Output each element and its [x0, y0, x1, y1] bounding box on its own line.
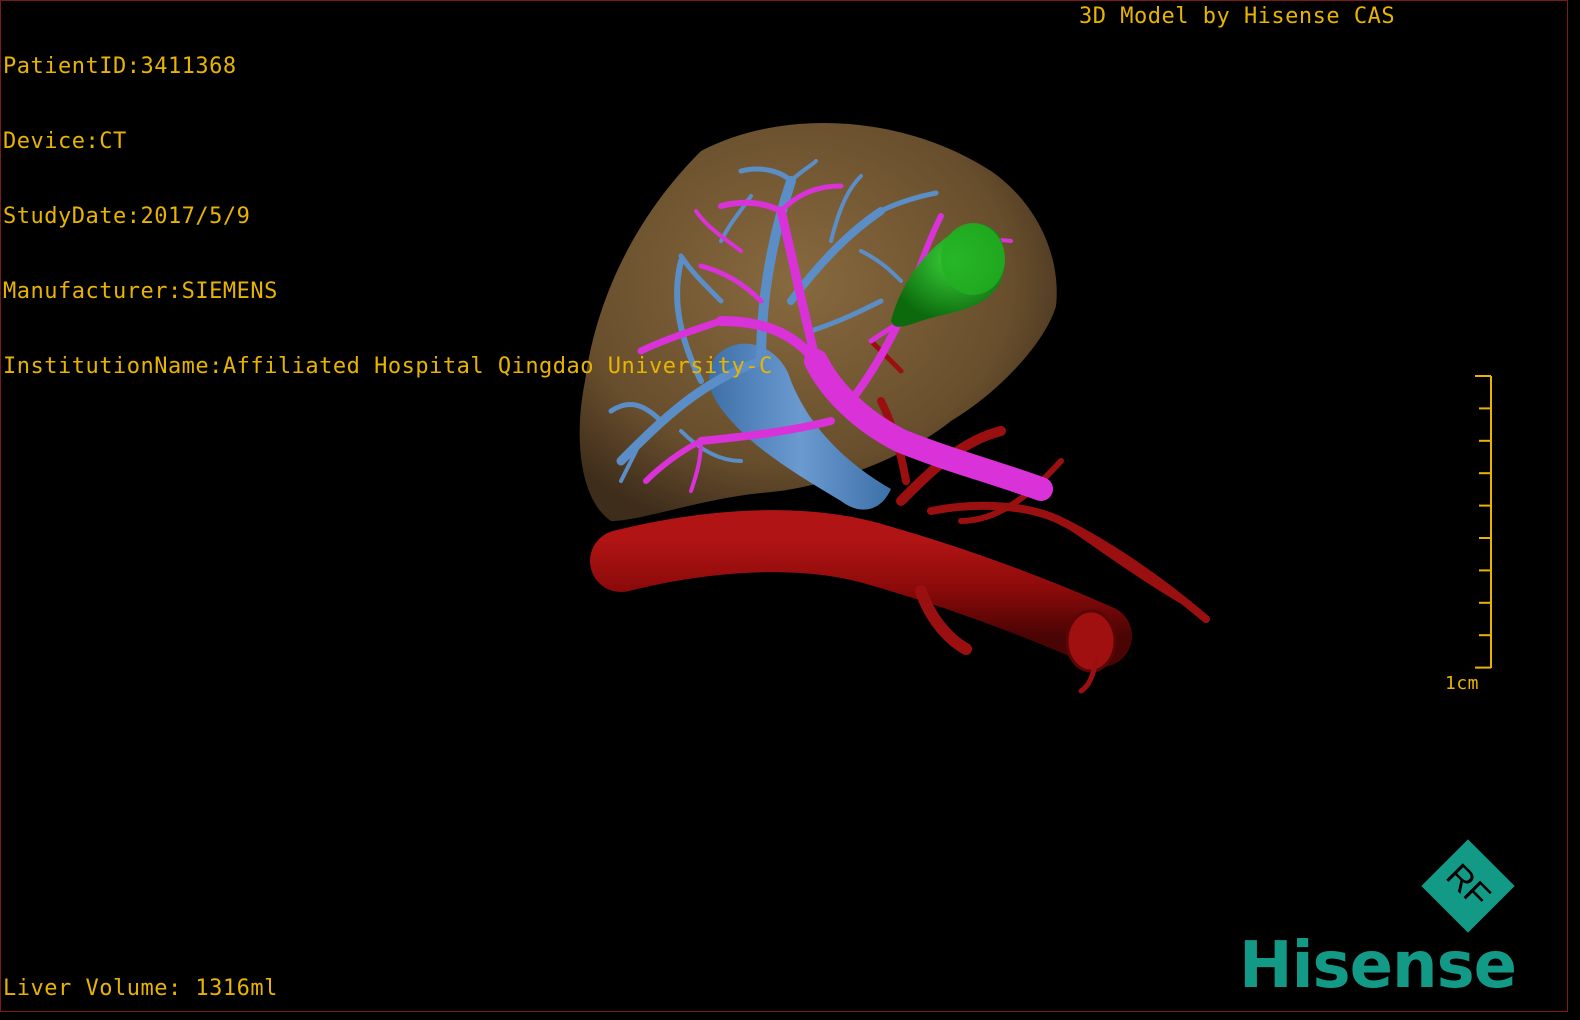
liver-volume-readout: Liver Volume: 1316ml	[3, 976, 278, 1001]
3d-viewport[interactable]: PatientID:3411368 Device:CT StudyDate:20…	[0, 0, 1568, 1012]
model-credit-title: 3D Model by Hisense CAS	[1079, 4, 1396, 29]
manufacturer-label: Manufacturer:SIEMENS	[3, 279, 278, 304]
device-label: Device:CT	[3, 129, 127, 154]
study-date-label: StudyDate:2017/5/9	[3, 204, 251, 229]
rf-badge-icon: RF	[1421, 839, 1515, 933]
institution-label: InstitutionName:Affiliated Hospital Qing…	[3, 354, 773, 379]
dicom-info-panel: PatientID:3411368 Device:CT StudyDate:20…	[3, 4, 773, 429]
scale-bar-label: 1cm	[1445, 673, 1480, 694]
patient-id-label: PatientID:3411368	[3, 54, 237, 79]
hisense-logo: Hisense	[1239, 929, 1517, 1003]
scale-bar	[1475, 375, 1492, 669]
